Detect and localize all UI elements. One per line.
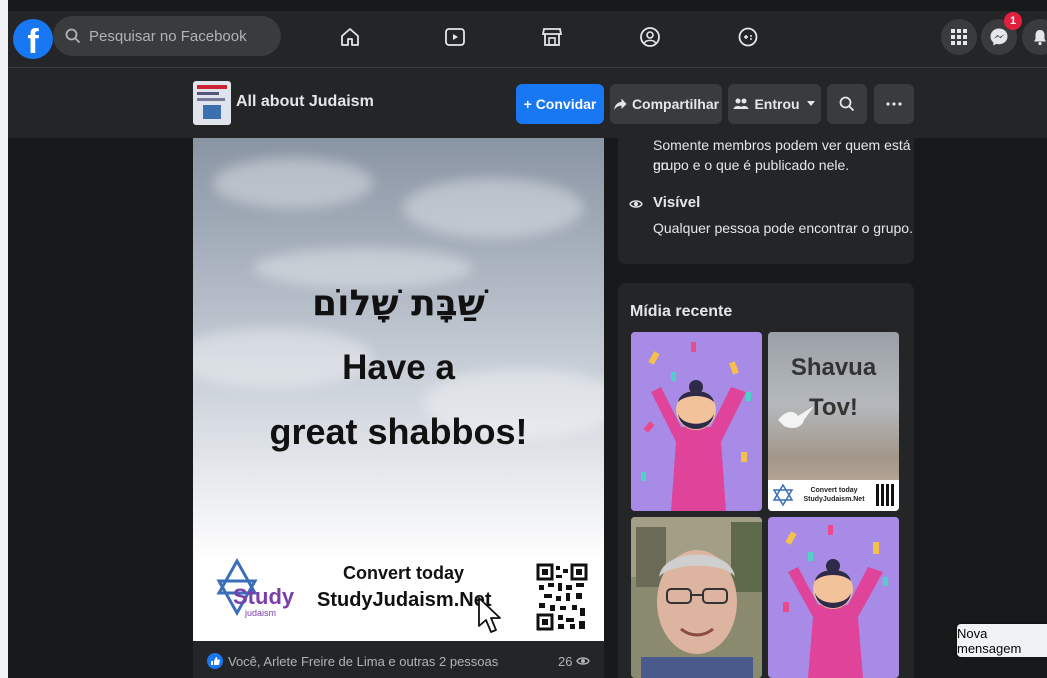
- search-icon: [839, 96, 855, 112]
- search-input[interactable]: Pesquisar no Facebook: [53, 16, 281, 56]
- shavua-footer-text: Convert today StudyJudaism.Net: [803, 487, 865, 503]
- group-name[interactable]: All about Judaism: [236, 93, 374, 111]
- share-label: Compartilhar: [631, 96, 720, 112]
- celebration-illustration: [631, 332, 762, 511]
- joined-button[interactable]: Entrou: [728, 84, 821, 124]
- portrait-photo: [631, 517, 762, 678]
- notifications-button[interactable]: [1022, 19, 1047, 55]
- qr-code-icon: [536, 563, 588, 631]
- share-button[interactable]: Compartilhar: [610, 84, 722, 124]
- about-group-card: Somente membros podem ver quem está no g…: [618, 137, 914, 264]
- more-options-button[interactable]: [874, 84, 914, 124]
- eye-icon: [576, 657, 590, 665]
- messenger-notification-badge: 1: [1004, 12, 1022, 30]
- media-thumbnail-celebration-2[interactable]: [768, 517, 899, 678]
- greeting-line-2: Have a: [342, 348, 455, 387]
- dove-icon: [778, 406, 814, 428]
- shavua-footer: Convert today StudyJudaism.Net: [768, 480, 899, 511]
- views-count: 26: [558, 654, 573, 669]
- shavua-line-1: Shavua: [790, 354, 877, 381]
- new-message-button[interactable]: Nova mensagem: [957, 624, 1047, 657]
- search-placeholder: Pesquisar no Facebook: [89, 27, 247, 45]
- top-navigation-bar: f Pesquisar no Facebook 1: [8, 11, 1047, 68]
- invite-button[interactable]: + Convidar: [516, 84, 604, 124]
- convert-line-2: StudyJudaism.Net: [317, 589, 492, 611]
- invite-label: + Convidar: [523, 96, 597, 112]
- private-description-line-2: grupo e o que é publicado nele.: [653, 157, 850, 173]
- hebrew-greeting: שַׁבָּת שָׁלוֹם: [312, 283, 485, 324]
- sky-cloud: [253, 248, 473, 288]
- watch-video-icon[interactable]: [443, 25, 467, 49]
- visible-description: Qualquer pessoa pode encontrar o grupo.: [653, 220, 913, 236]
- search-icon: [65, 28, 81, 44]
- groups-icon[interactable]: [638, 25, 662, 49]
- home-icon[interactable]: [338, 25, 362, 49]
- star-of-david-icon: [772, 483, 794, 507]
- group-thumbnail[interactable]: [193, 81, 231, 125]
- facebook-logo-icon[interactable]: f: [13, 19, 53, 59]
- reactions-summary[interactable]: Você, Arlete Freire de Lima e outras 2 p…: [228, 654, 498, 669]
- logo-subtext: judaism: [245, 608, 277, 618]
- recent-media-title: Mídia recente: [630, 303, 733, 320]
- bell-icon: [1034, 30, 1046, 46]
- greeting-line-3: great shabbos!: [269, 411, 528, 452]
- group-header-bar: All about Judaism + Convidar Compartilha…: [8, 68, 1047, 138]
- marketplace-icon[interactable]: [540, 25, 564, 49]
- media-thumbnail-portrait[interactable]: [631, 517, 762, 678]
- mouse-cursor-icon: [478, 597, 501, 633]
- logo-word: Study: [233, 584, 295, 609]
- post-image[interactable]: שַׁבָּת שָׁלוֹם Have a great shabbos! St…: [193, 138, 604, 641]
- menu-grid-button[interactable]: [941, 19, 977, 55]
- share-arrow-icon: [613, 98, 627, 110]
- gaming-icon[interactable]: [736, 25, 760, 49]
- visible-title: Visível: [653, 194, 701, 211]
- like-reaction-icon[interactable]: [207, 653, 223, 669]
- more-dots-icon: [886, 102, 902, 106]
- media-thumbnail-shavua-tov[interactable]: Shavua Tov! Convert today StudyJudaism.N…: [768, 332, 899, 511]
- media-thumbnail-celebration[interactable]: [631, 332, 762, 511]
- study-judaism-logo: Study judaism: [215, 556, 295, 631]
- post-reactions-bar: Você, Arlete Freire de Lima e outras 2 p…: [193, 641, 604, 678]
- group-search-button[interactable]: [827, 84, 867, 124]
- joined-label: Entrou: [754, 96, 800, 112]
- convert-line-1: Convert today: [343, 563, 465, 583]
- members-icon: [733, 98, 749, 109]
- qr-code-icon: [876, 484, 894, 506]
- sky-cloud: [403, 178, 583, 238]
- caret-down-icon: [806, 101, 815, 106]
- new-message-label: Nova mensagem: [957, 625, 1022, 656]
- eye-icon: [629, 200, 643, 208]
- grid-icon: [951, 29, 967, 45]
- sky-cloud: [213, 158, 373, 208]
- messenger-icon: [990, 28, 1008, 46]
- recent-media-card: Mídia recente Shavua Tov! Convert today …: [618, 283, 914, 678]
- celebration-illustration: [768, 517, 899, 678]
- window-edge: [0, 0, 8, 678]
